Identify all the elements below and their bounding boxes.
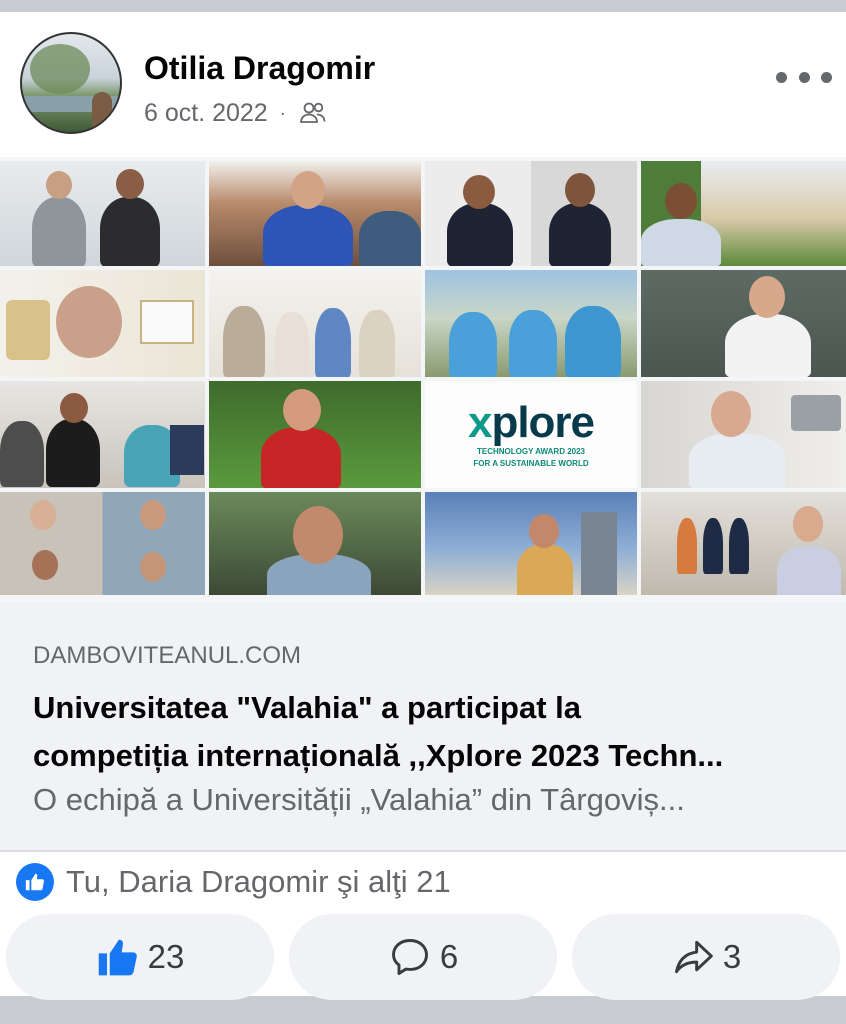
more-dot [821, 71, 832, 83]
photo-tile [0, 381, 205, 488]
author-name[interactable]: Otilia Dragomir [144, 50, 375, 87]
photo-tile [641, 492, 846, 595]
photo-tile [641, 381, 846, 488]
link-preview-image[interactable]: xplore TECHNOLOGY AWARD 2023 FOR A SUSTA… [0, 157, 846, 602]
photo-tile [641, 161, 846, 266]
post-meta: 6 oct. 2022 · [144, 98, 328, 128]
link-title: Universitatea "Valahia" a participat la … [33, 684, 823, 780]
link-preview[interactable]: DAMBOVITEANUL.COM Universitatea "Valahia… [0, 602, 846, 850]
link-title-line-2: competiția internațională ,,Xplore 2023 … [33, 738, 724, 773]
avatar-tree [30, 44, 90, 94]
link-title-line-1: Universitatea "Valahia" a participat la [33, 690, 582, 725]
thumbs-up-icon [98, 939, 137, 976]
divider [0, 850, 846, 852]
xplore-tagline-1: TECHNOLOGY AWARD 2023 [476, 446, 586, 456]
reactions-text: Tu, Daria Dragomir şi alţi 21 [66, 864, 451, 899]
comment-button[interactable]: 6 [289, 914, 557, 1000]
xplore-wordmark: xplore [467, 397, 595, 447]
action-bar: 23 6 3 [6, 914, 840, 1000]
photo-tile [209, 270, 421, 377]
xplore-tagline-2: FOR A SUSTAINABLE WORLD [473, 458, 589, 468]
avatar-person [92, 92, 112, 132]
photo-tile [425, 161, 637, 266]
share-button[interactable]: 3 [572, 914, 840, 1000]
photo-tile [209, 381, 421, 488]
post-date[interactable]: 6 oct. 2022 [144, 99, 268, 128]
more-dot [798, 71, 810, 83]
share-count: 3 [722, 938, 742, 975]
comment-icon [391, 939, 428, 975]
xplore-wordmark-x: x [467, 397, 493, 447]
friends-icon [299, 102, 326, 123]
like-button[interactable]: 23 [6, 914, 274, 1000]
link-domain: DAMBOVITEANUL.COM [33, 642, 302, 669]
photo-tile [0, 492, 205, 595]
more-options-button[interactable] [776, 62, 832, 92]
photo-tile [0, 161, 205, 266]
like-count: 23 [147, 938, 185, 975]
photo-tile [0, 270, 205, 377]
photo-tile [209, 161, 421, 266]
reactions-summary[interactable]: Tu, Daria Dragomir şi alţi 21 [16, 862, 451, 902]
photo-tile [209, 492, 421, 595]
xplore-logo: xplore TECHNOLOGY AWARD 2023 FOR A SUSTA… [425, 381, 637, 488]
more-dot [776, 71, 787, 83]
xplore-wordmark-rest: plore [491, 397, 595, 447]
avatar[interactable] [20, 32, 122, 134]
photo-tile [641, 270, 846, 377]
comment-count: 6 [439, 938, 459, 975]
photo-tile [425, 492, 637, 595]
link-description: O echipă a Universității „Valahia” din T… [33, 782, 685, 817]
like-icon [16, 863, 54, 901]
meta-separator: · [279, 102, 286, 123]
share-icon [674, 940, 713, 974]
photo-tile [425, 270, 637, 377]
post-card: Otilia Dragomir 6 oct. 2022 · xplore TEC… [0, 12, 846, 1000]
